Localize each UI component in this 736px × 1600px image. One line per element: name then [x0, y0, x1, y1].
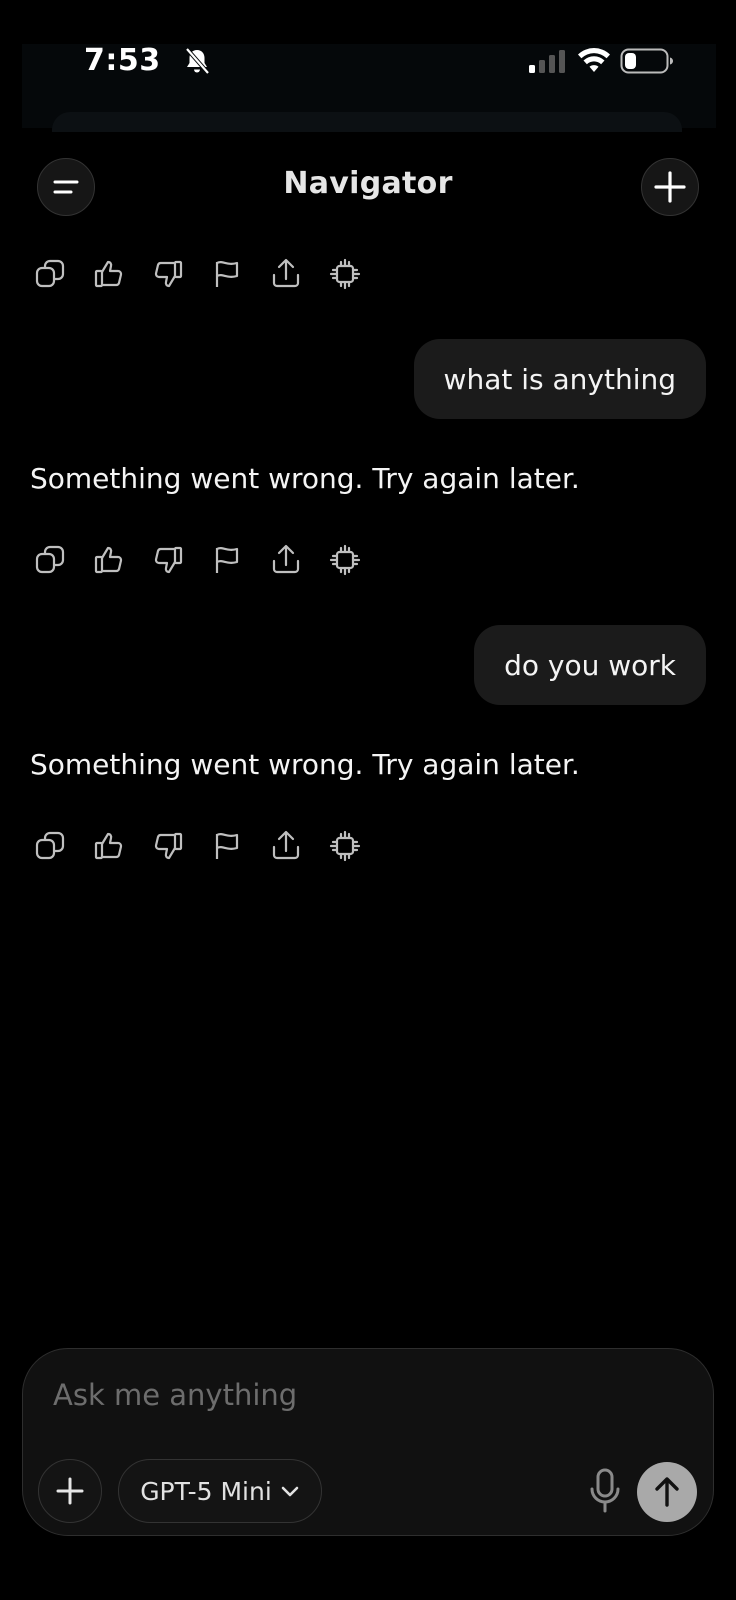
- status-bar-backdrop: [52, 112, 682, 132]
- message-actions: [34, 540, 388, 580]
- message-input[interactable]: [51, 1375, 651, 1415]
- send-button[interactable]: [637, 1462, 697, 1522]
- chevron-down-icon: [281, 1486, 299, 1497]
- thumbs-up-icon: [94, 546, 123, 574]
- share-icon: [272, 830, 300, 860]
- attach-button[interactable]: [38, 1459, 102, 1523]
- share-button[interactable]: [270, 254, 329, 294]
- page-title: Navigator: [283, 166, 453, 201]
- copy-button[interactable]: [34, 540, 93, 580]
- thumbs-down-button[interactable]: [152, 826, 211, 866]
- copy-button[interactable]: [34, 254, 93, 294]
- flag-icon: [215, 261, 239, 287]
- microphone-button[interactable]: [585, 1467, 625, 1515]
- thumbs-down-icon: [154, 832, 183, 860]
- microphone-icon: [590, 1468, 620, 1513]
- thumbs-down-button[interactable]: [152, 540, 211, 580]
- status-bar: 7:53: [22, 43, 716, 132]
- signal-icon: [529, 50, 565, 73]
- assistant-message-text: Something went wrong. Try again later.: [30, 462, 580, 495]
- thumbs-up-icon: [94, 260, 123, 288]
- copy-icon: [35, 259, 65, 288]
- chip-button[interactable]: [329, 254, 388, 294]
- arrow-up-icon: [655, 1477, 679, 1507]
- flag-button[interactable]: [211, 254, 270, 294]
- bell-off-icon: [185, 47, 210, 75]
- user-message-text: what is anything: [443, 362, 676, 396]
- thumbs-down-button[interactable]: [152, 254, 211, 294]
- thumbs-down-icon: [154, 260, 183, 288]
- app-header: Navigator: [0, 156, 736, 218]
- chip-button[interactable]: [329, 826, 388, 866]
- new-chat-button[interactable]: [641, 158, 699, 216]
- thumbs-up-button[interactable]: [93, 254, 152, 294]
- wifi-icon: [578, 48, 610, 72]
- flag-button[interactable]: [211, 540, 270, 580]
- user-message-bubble: what is anything: [413, 339, 706, 419]
- copy-icon: [35, 831, 65, 860]
- message-actions: [34, 826, 388, 866]
- plus-icon: [56, 1477, 84, 1505]
- copy-icon: [35, 545, 65, 574]
- share-button[interactable]: [270, 826, 329, 866]
- status-time: 7:53: [84, 43, 161, 78]
- chip-button[interactable]: [329, 540, 388, 580]
- share-button[interactable]: [270, 540, 329, 580]
- flag-icon: [215, 833, 239, 859]
- user-message-bubble: do you work: [474, 625, 706, 705]
- message-actions: [34, 254, 388, 294]
- thumbs-up-button[interactable]: [93, 826, 152, 866]
- chip-icon: [329, 830, 361, 862]
- share-icon: [272, 544, 300, 574]
- flag-button[interactable]: [211, 826, 270, 866]
- assistant-message-text: Something went wrong. Try again later.: [30, 748, 580, 781]
- chip-icon: [329, 258, 361, 290]
- model-selector-label: GPT-5 Mini: [140, 1476, 272, 1506]
- thumbs-up-button[interactable]: [93, 540, 152, 580]
- battery-icon: [620, 48, 673, 74]
- copy-button[interactable]: [34, 826, 93, 866]
- thumbs-down-icon: [154, 546, 183, 574]
- model-selector[interactable]: GPT-5 Mini: [118, 1459, 322, 1523]
- flag-icon: [215, 547, 239, 573]
- plus-icon: [654, 171, 686, 203]
- message-composer: GPT-5 Mini: [22, 1348, 714, 1536]
- share-icon: [272, 258, 300, 288]
- chip-icon: [329, 544, 361, 576]
- thumbs-up-icon: [94, 832, 123, 860]
- user-message-text: do you work: [504, 648, 676, 682]
